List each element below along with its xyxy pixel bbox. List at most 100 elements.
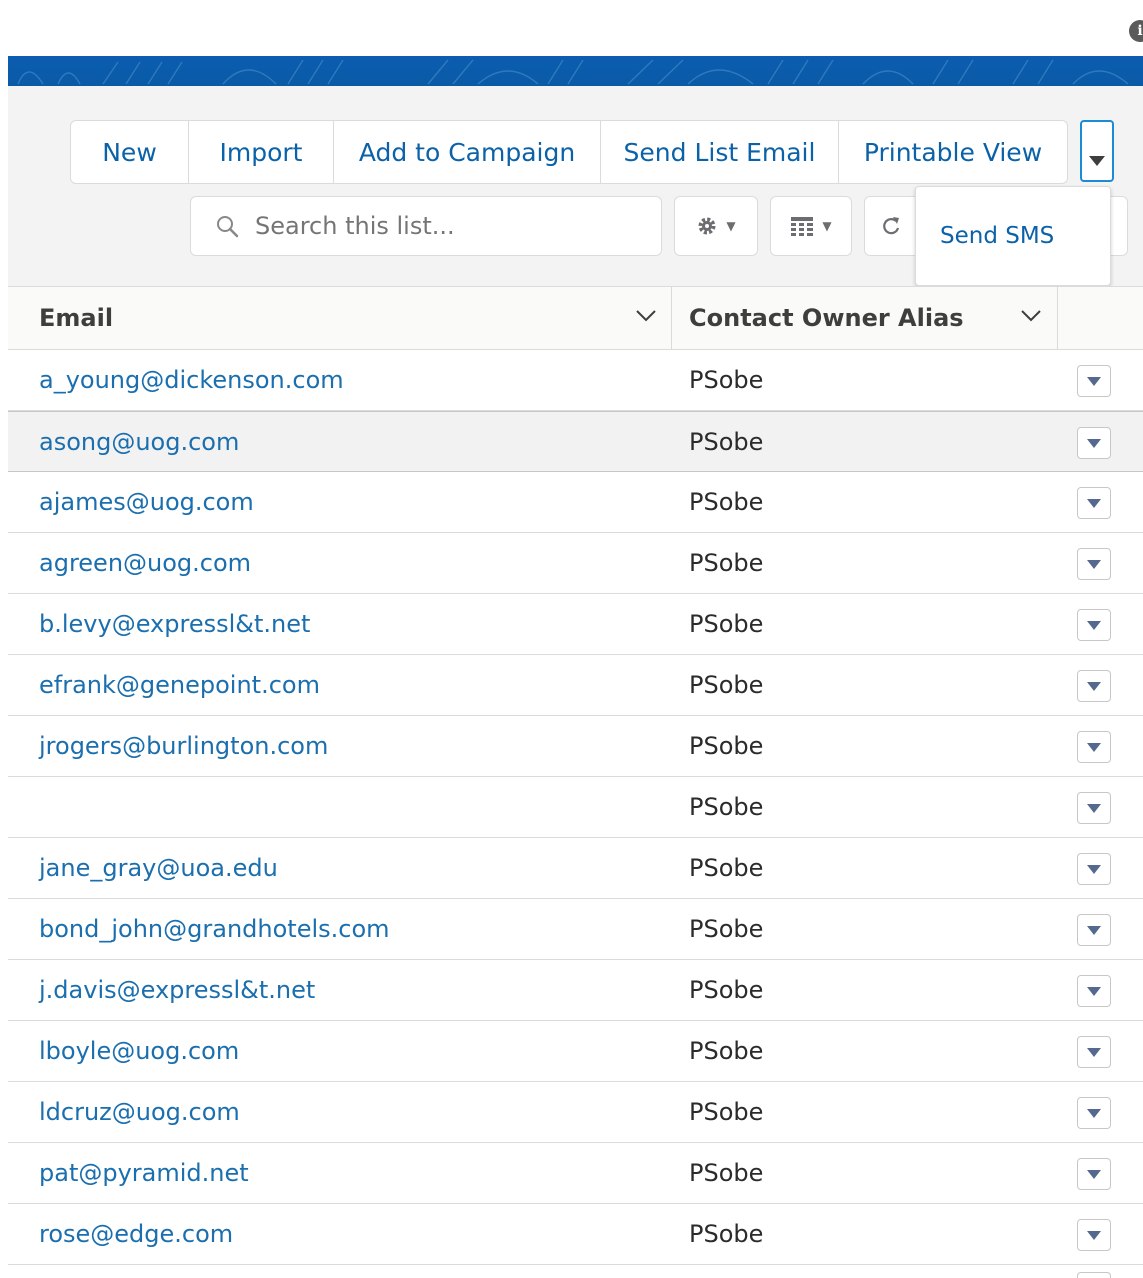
email-link[interactable]: agreen@uog.com <box>39 533 251 593</box>
email-link[interactable]: ajames@uog.com <box>39 472 254 532</box>
table-header: Email Contact Owner Alias <box>8 286 1143 350</box>
email-link[interactable]: j.davis@expressl&t.net <box>39 960 315 1020</box>
search-icon <box>215 214 239 238</box>
table-icon <box>791 217 814 236</box>
email-link[interactable]: asong@uog.com <box>39 412 239 472</box>
caret-down-icon <box>1087 1169 1101 1179</box>
caret-down-icon <box>1087 1108 1101 1118</box>
owner-alias: PSobe <box>689 1159 764 1187</box>
chevron-down-icon[interactable] <box>1020 309 1042 323</box>
more-actions-menu: Send SMS <box>915 186 1111 286</box>
column-divider[interactable] <box>1057 287 1058 349</box>
header-banner <box>8 56 1143 86</box>
email-link[interactable]: rose@edge.com <box>39 1204 233 1264</box>
caret-down-icon <box>1087 376 1101 386</box>
owner-alias: PSobe <box>689 671 764 699</box>
table-row: PSobe <box>8 777 1143 838</box>
caret-down-icon <box>1087 438 1101 448</box>
column-header-email[interactable]: Email <box>39 287 113 349</box>
caret-down-icon <box>1087 986 1101 996</box>
table-row: b.levy@expressl&t.net PSobe <box>8 594 1143 655</box>
menu-item-send-sms[interactable]: Send SMS <box>940 223 1054 249</box>
chevron-down-icon: ▼ <box>726 219 736 233</box>
row-action-button[interactable] <box>1077 548 1111 580</box>
column-header-contact-owner-alias[interactable]: Contact Owner Alias <box>689 287 964 349</box>
table-body: a_young@dickenson.com PSobe asong@uog.co… <box>8 350 1143 1265</box>
row-action-button[interactable] <box>1077 427 1111 459</box>
table-row: lboyle@uog.com PSobe <box>8 1021 1143 1082</box>
row-action-button[interactable] <box>1077 670 1111 702</box>
row-action-button[interactable] <box>1077 792 1111 824</box>
table-row: a_young@dickenson.com PSobe <box>8 350 1143 411</box>
email-link[interactable]: jrogers@burlington.com <box>39 716 328 776</box>
caret-down-icon <box>1089 156 1105 166</box>
caret-down-icon <box>1087 681 1101 691</box>
table-row: asong@uog.com PSobe <box>8 411 1143 472</box>
row-action-button[interactable] <box>1077 1158 1111 1190</box>
table-row: agreen@uog.com PSobe <box>8 533 1143 594</box>
email-link[interactable]: a_young@dickenson.com <box>39 350 344 410</box>
refresh-icon <box>883 217 900 235</box>
owner-alias: PSobe <box>689 366 764 394</box>
table-row: ldcruz@uog.com PSobe <box>8 1082 1143 1143</box>
row-action-button[interactable] <box>1077 1219 1111 1251</box>
caret-down-icon <box>1087 925 1101 935</box>
owner-alias: PSobe <box>689 610 764 638</box>
chevron-down-icon[interactable] <box>635 309 657 323</box>
email-link[interactable]: efrank@genepoint.com <box>39 655 320 715</box>
row-action-button[interactable] <box>1077 914 1111 946</box>
row-action-button[interactable] <box>1077 853 1111 885</box>
caret-down-icon <box>1087 864 1101 874</box>
row-action-button[interactable] <box>1077 1272 1111 1278</box>
caret-down-icon <box>1087 559 1101 569</box>
owner-alias: PSobe <box>689 1220 764 1248</box>
row-action-button[interactable] <box>1077 1036 1111 1068</box>
caret-down-icon <box>1087 498 1101 508</box>
owner-alias: PSobe <box>689 976 764 1004</box>
gear-icon <box>698 217 716 235</box>
email-link[interactable]: jane_gray@uoa.edu <box>39 838 278 898</box>
email-link[interactable]: ldcruz@uog.com <box>39 1082 240 1142</box>
caret-down-icon <box>1087 620 1101 630</box>
info-icon[interactable]: i <box>1129 20 1143 42</box>
email-link[interactable]: b.levy@expressl&t.net <box>39 594 310 654</box>
printable-view-button[interactable]: Printable View <box>839 121 1067 183</box>
table-row: bond_john@grandhotels.com PSobe <box>8 899 1143 960</box>
row-action-button[interactable] <box>1077 731 1111 763</box>
owner-alias: PSobe <box>689 854 764 882</box>
owner-alias: PSobe <box>689 732 764 760</box>
table-row: efrank@genepoint.com PSobe <box>8 655 1143 716</box>
caret-down-icon <box>1087 803 1101 813</box>
email-link[interactable]: lboyle@uog.com <box>39 1021 239 1081</box>
table-row: rose@edge.com PSobe <box>8 1204 1143 1265</box>
list-actions: New Import Add to Campaign Send List Ema… <box>70 120 1068 184</box>
owner-alias: PSobe <box>689 488 764 516</box>
list-settings-button[interactable]: ▼ <box>674 196 758 256</box>
row-action-button[interactable] <box>1077 1097 1111 1129</box>
owner-alias: PSobe <box>689 428 764 456</box>
send-list-email-button[interactable]: Send List Email <box>601 121 839 183</box>
chevron-down-icon: ▼ <box>822 219 832 233</box>
row-action-button[interactable] <box>1077 609 1111 641</box>
row-action-button[interactable] <box>1077 487 1111 519</box>
email-link[interactable]: pat@pyramid.net <box>39 1143 249 1203</box>
owner-alias: PSobe <box>689 1098 764 1126</box>
row-action-button[interactable] <box>1077 975 1111 1007</box>
search-box[interactable] <box>190 196 662 256</box>
import-button[interactable]: Import <box>189 121 334 183</box>
column-divider[interactable] <box>671 287 672 349</box>
caret-down-icon <box>1087 1230 1101 1240</box>
banner-pattern <box>17 59 1129 85</box>
row-action-button[interactable] <box>1077 365 1111 397</box>
caret-down-icon <box>1087 742 1101 752</box>
email-link[interactable]: bond_john@grandhotels.com <box>39 899 390 959</box>
display-as-button[interactable]: ▼ <box>770 196 852 256</box>
search-input[interactable] <box>253 211 637 241</box>
add-to-campaign-button[interactable]: Add to Campaign <box>334 121 601 183</box>
more-actions-button[interactable] <box>1080 120 1114 182</box>
owner-alias: PSobe <box>689 1037 764 1065</box>
table-row: jrogers@burlington.com PSobe <box>8 716 1143 777</box>
new-button[interactable]: New <box>71 121 189 183</box>
caret-down-icon <box>1087 1047 1101 1057</box>
owner-alias: PSobe <box>689 793 764 821</box>
